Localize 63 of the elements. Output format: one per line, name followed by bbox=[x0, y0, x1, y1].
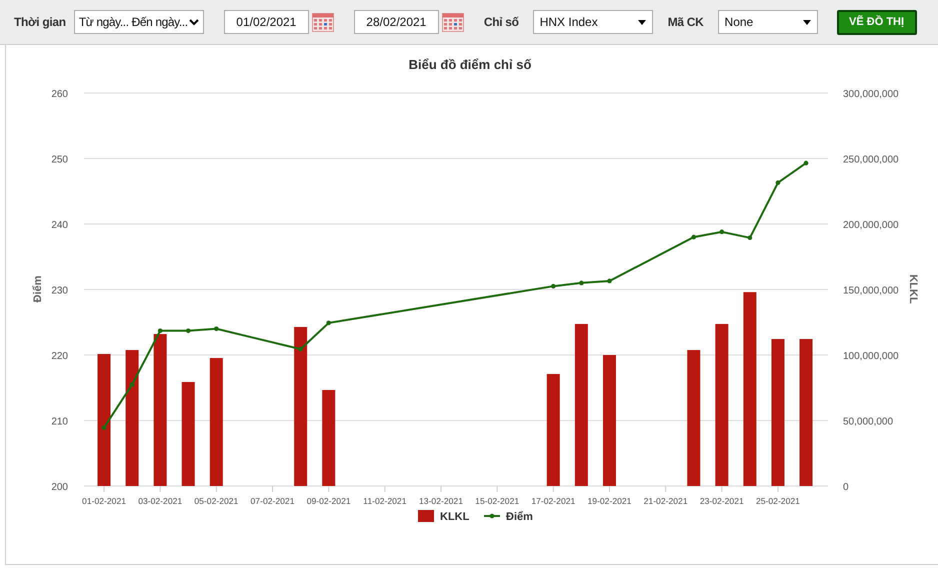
tick-label: 15-02-2021 bbox=[475, 496, 520, 506]
calendar-icon[interactable] bbox=[312, 12, 334, 32]
tick-label: 11-02-2021 bbox=[363, 496, 406, 506]
tick-label: 150,000,000 bbox=[843, 286, 899, 296]
tick-label: 50,000,000 bbox=[843, 416, 894, 428]
point bbox=[102, 425, 106, 430]
tick-label: 300,000,000 bbox=[843, 89, 899, 100]
tick-label: 09-02-2021 bbox=[306, 496, 351, 506]
caret-icon bbox=[802, 20, 811, 24]
point bbox=[691, 234, 696, 240]
point bbox=[298, 346, 303, 352]
tick-label: 250 bbox=[51, 154, 68, 166]
filter-label: Mã CK bbox=[668, 15, 704, 29]
tick-label: 13-02-2021 bbox=[419, 496, 463, 506]
date-field[interactable]: 28/02/2021 bbox=[354, 10, 439, 34]
chart-title: Biểu đồ điểm chỉ số bbox=[408, 57, 532, 72]
tick-label: 23-02-2021 bbox=[700, 496, 744, 506]
legend-swatch bbox=[418, 510, 434, 522]
tick-label: 25-02-2021 bbox=[756, 496, 800, 506]
tick-label: 220 bbox=[51, 351, 68, 362]
point bbox=[804, 160, 808, 166]
point bbox=[130, 382, 134, 387]
dropdown[interactable]: Từ ngày... Đến ngày... bbox=[74, 10, 204, 34]
legend-label[interactable]: Điểm bbox=[506, 511, 533, 523]
tick-label: 0 bbox=[843, 482, 849, 493]
tick-label: 17-02-2021 bbox=[531, 496, 576, 506]
filter-label: Thời gian bbox=[14, 15, 66, 29]
tick-label: 260 bbox=[51, 89, 68, 100]
dropdown[interactable]: None bbox=[718, 10, 818, 34]
point bbox=[748, 235, 752, 240]
point bbox=[214, 326, 219, 332]
point bbox=[607, 278, 612, 284]
tick-label: 240 bbox=[51, 220, 68, 231]
tick-label: 210 bbox=[51, 416, 68, 428]
dropdown[interactable]: HNX Index bbox=[532, 10, 653, 34]
tick-label: 200,000,000 bbox=[843, 220, 899, 231]
tick-label: 19-02-2021 bbox=[588, 496, 632, 506]
tick-label: 200 bbox=[51, 482, 68, 493]
tick-label: 05-02-2021 bbox=[194, 496, 238, 506]
point bbox=[720, 230, 724, 234]
point bbox=[158, 328, 162, 334]
tick-label: 230 bbox=[51, 286, 68, 296]
point bbox=[776, 180, 780, 186]
caret-icon bbox=[638, 20, 646, 24]
axis-title: KLKL bbox=[907, 274, 919, 304]
chevron-icon bbox=[188, 18, 199, 26]
date-field[interactable]: 01/02/2021 bbox=[224, 10, 309, 34]
point bbox=[326, 320, 331, 326]
point bbox=[186, 328, 191, 334]
tick-label: 250,000,000 bbox=[843, 154, 899, 166]
tick-label: 100,000,000 bbox=[843, 351, 899, 362]
point bbox=[551, 284, 556, 289]
tick-label: 21-02-2021 bbox=[644, 496, 688, 506]
tick-label: 03-02-2021 bbox=[138, 496, 182, 506]
legend-label[interactable]: KLKL bbox=[440, 511, 470, 523]
legend-line-icon bbox=[484, 514, 500, 518]
filter-label: Chỉ số bbox=[484, 15, 519, 29]
point bbox=[579, 280, 584, 286]
calendar-icon[interactable] bbox=[442, 12, 464, 32]
tick-label: 01-02-2021 bbox=[82, 496, 126, 506]
tick-label: 07-02-2021 bbox=[250, 496, 294, 506]
axis-title: Điểm bbox=[32, 276, 44, 302]
draw-chart-button[interactable]: VẼ ĐỒ THỊ bbox=[836, 10, 917, 34]
